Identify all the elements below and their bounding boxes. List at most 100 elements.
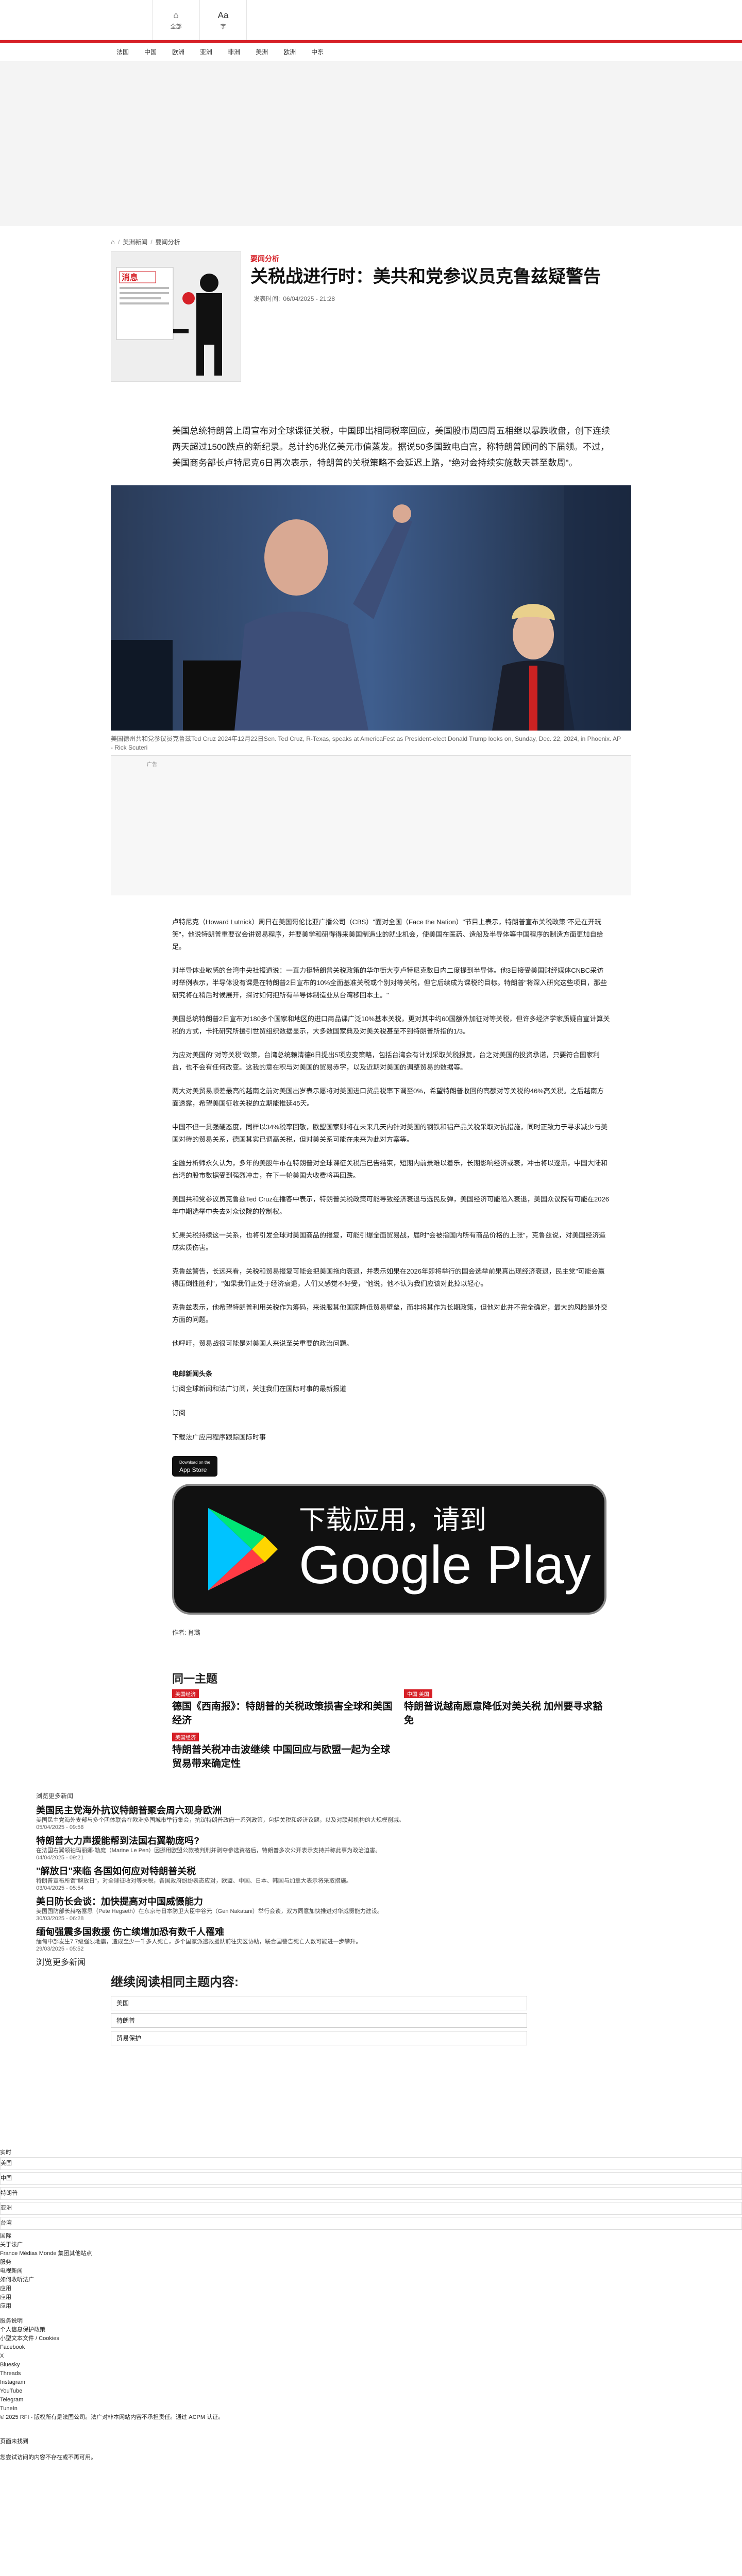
topic-link[interactable]: 贸易保护 <box>111 2031 527 2045</box>
article-paragraph: 两大对美贸易顺差最高的越南之前对美国出岁表示愿将对美国进口货品税率下调至0%，希… <box>172 1087 604 1107</box>
footer-link[interactable]: 国际 <box>0 2232 742 2241</box>
breadcrumb: ⌂ / 美洲新闻 / 要闻分析 <box>111 226 631 251</box>
home-icon: ⌂ <box>173 10 179 20</box>
footer-link[interactable]: France Médias Monde 集团其他站点 <box>0 2249 742 2258</box>
footer-link[interactable]: 关于法广 <box>0 2241 742 2249</box>
nav-item[interactable]: 非洲 <box>222 47 246 56</box>
article-author: 作者: 肖璐 <box>172 1629 200 1636</box>
footer-link[interactable]: 小型文本文件 / Cookies <box>0 2334 742 2343</box>
more-news-date: 29/03/2025 - 05:52 <box>36 1946 84 1952</box>
article-paragraph: 美国总统特朗普2日宣布对180多个国家和地区的进口商品课广泛10%基本关税，更对… <box>172 1015 610 1035</box>
nav-item[interactable]: 美洲 <box>249 47 274 56</box>
facebook-link[interactable]: Facebook <box>0 2343 742 2352</box>
related-tag: 美国经济 <box>172 1689 199 1698</box>
x-link[interactable]: X <box>0 2352 742 2361</box>
app-store-badge[interactable]: Download on the App Store <box>172 1456 218 1477</box>
footer-link[interactable]: 应用 <box>0 2284 742 2293</box>
footer-link[interactable]: 电视新闻 <box>0 2267 742 2276</box>
related-item[interactable]: 美国经济 德国《西南报》：特朗普的关税政策损害全球和美国经济 <box>172 1689 394 1727</box>
footer-link[interactable]: 个人信息保护政策 <box>0 2326 742 2334</box>
breadcrumb-item[interactable]: 美洲新闻 <box>123 238 147 246</box>
article-header: 消息 要闻分析 关税战进行时：美共和党参议员克鲁兹疑警告 发表时间: 06/04/… <box>111 251 631 382</box>
top-tools: ⌂ 全部 Aa 字 <box>152 0 247 40</box>
breadcrumb-separator: / <box>117 238 120 246</box>
page-title: 关税战进行时：美共和党参议员克鲁兹疑警告 <box>250 267 601 286</box>
more-news-item[interactable]: 美日防长会谈：加快提高对中国威慑能力 美国国防部长赫格塞思（Pete Hegse… <box>36 1895 680 1922</box>
more-news-date: 30/03/2025 - 06:28 <box>36 1916 84 1922</box>
google-play-line1: 下载应用，请到 <box>299 1505 487 1535</box>
related-section: 同一主题 美国经济 德国《西南报》：特朗普的关税政策损害全球和美国经济 中国 美… <box>172 1670 610 1771</box>
footer-link[interactable]: 如何收听法广 <box>0 2276 742 2284</box>
article-paragraph: 他呼吁，贸易战很可能是对美国人来说至关重要的政治问题。 <box>172 1340 353 1347</box>
instagram-link[interactable]: Instagram <box>0 2378 742 2387</box>
related-item[interactable]: 中国 美国 特朗普说越南愿意降低对美关税 加州要寻求豁免 <box>404 1689 610 1727</box>
bluesky-link[interactable]: Bluesky <box>0 2361 742 2369</box>
category-illustration: 消息 <box>111 251 241 382</box>
font-size-button[interactable]: Aa 字 <box>199 0 247 40</box>
footer-topic-row[interactable]: 美国 <box>0 2157 742 2170</box>
footer-link[interactable]: 服务说明 <box>0 2317 742 2326</box>
more-news-summary: 缅甸中部发生7.7级强烈地震，造成至少一千多人死亡，多个国家派遣救援队前往灾区协… <box>36 1939 362 1945</box>
footer-link[interactable]: 应用 <box>0 2302 742 2311</box>
footer-link[interactable]: 服务 <box>0 2258 742 2267</box>
tunein-link[interactable]: TuneIn <box>0 2404 742 2413</box>
article-paragraph: 卢特尼克（Howard Lutnick）周日在美国哥伦比亚广播公司（CBS）"面… <box>172 918 603 951</box>
error-text: 您尝试访问的内容不存在或不再可用。 <box>0 2454 96 2461</box>
svg-text:消息: 消息 <box>122 273 138 282</box>
footer-topic-row[interactable]: 中国 <box>0 2172 742 2185</box>
more-news-item[interactable]: "解放日"来临 各国如何应对特朗普关税 特朗普宣布所谓"解放日"，对全球征收对等… <box>36 1865 680 1891</box>
nav-item[interactable]: 亚洲 <box>194 47 218 56</box>
font-size-label: 字 <box>220 23 226 30</box>
top-ad-slot <box>0 61 742 226</box>
related-item[interactable]: 美国经济 特朗普关税冲击波继续 中国回应与欧盟一起为全球贸易带来确定性 <box>172 1733 394 1771</box>
all-menu-button[interactable]: ⌂ 全部 <box>152 0 199 40</box>
publish-date-label: 发表时间: <box>254 295 280 302</box>
top-bar: ⌂ 全部 Aa 字 <box>0 0 742 40</box>
more-news-summary: 在法国右翼领袖玛丽娜·勒庞（Marine Le Pen）因挪用欧盟公款被判刑并剥… <box>36 1848 381 1854</box>
inline-ad-slot: 广告 <box>111 755 631 895</box>
more-news-item[interactable]: 缅甸强震多国救援 伤亡续增加恐有数千人罹难 缅甸中部发生7.7级强烈地震，造成至… <box>36 1926 680 1952</box>
breadcrumb-item[interactable]: 要闻分析 <box>156 238 180 246</box>
newsletter-promo: 电邮新闻头条 订阅全球新闻和法广订阅，关注我们在国际时事的最新报道 订阅 下载法… <box>172 1368 610 1442</box>
more-news-title: "解放日"来临 各国如何应对特朗普关税 <box>36 1866 196 1876</box>
footer-heading: 实时 <box>0 2149 11 2156</box>
ad-label: 广告 <box>147 762 157 768</box>
footer-topic-row[interactable]: 特朗普 <box>0 2187 742 2200</box>
nav-item[interactable]: 欧洲 <box>166 47 191 56</box>
more-news-title: 美国民主党海外抗议特朗普聚会周六现身欧洲 <box>36 1805 222 1816</box>
publish-date-value: 06/04/2025 - 21:28 <box>283 295 335 302</box>
font-size-icon: Aa <box>217 10 229 20</box>
google-play-badge[interactable]: 下载应用，请到 Google Play <box>172 1484 606 1615</box>
topic-link[interactable]: 特朗普 <box>111 2013 527 2028</box>
threads-link[interactable]: Threads <box>0 2369 742 2378</box>
article-paragraph: 中国不但一贯强硬态度，同样以34%税率回敬，欧盟国家则将在未来几天内针对美国的钢… <box>172 1123 608 1143</box>
more-news-summary: 特朗普宣布所谓"解放日"，对全球征收对等关税，各国政府纷纷表态应对，欧盟、中国、… <box>36 1878 352 1884</box>
home-icon[interactable]: ⌂ <box>111 238 115 246</box>
more-news-item[interactable]: 特朗普大力声援能帮到法国右翼勒庞吗? 在法国右翼领袖玛丽娜·勒庞（Marine … <box>36 1835 680 1861</box>
google-play-line2: Google Play <box>299 1535 591 1595</box>
footer-link[interactable]: 应用 <box>0 2293 742 2302</box>
nav-item[interactable]: 中国 <box>138 47 163 56</box>
youtube-link[interactable]: YouTube <box>0 2387 742 2396</box>
main-photo <box>111 485 631 731</box>
article-kicker[interactable]: 要闻分析 <box>250 253 631 264</box>
nav-item[interactable]: 欧洲 <box>277 47 302 56</box>
footer-topic-row[interactable]: 亚洲 <box>0 2202 742 2215</box>
more-news-link[interactable]: 浏览更多新闻 <box>36 1955 680 1968</box>
telegram-link[interactable]: Telegram <box>0 2396 742 2404</box>
more-news-tabs[interactable]: 浏览更多新闻 <box>0 1791 742 1800</box>
footer-topic-row[interactable]: 台湾 <box>0 2217 742 2230</box>
nav-item[interactable]: 法国 <box>110 47 135 56</box>
nav-item[interactable]: 中东 <box>305 47 330 56</box>
subscribe-link[interactable]: 订阅 <box>172 1408 610 1417</box>
related-title: 同一主题 <box>172 1672 218 1685</box>
google-play-icon <box>208 1508 278 1590</box>
topic-link[interactable]: 美国 <box>111 1996 527 2010</box>
article-paragraph: 对半导体业敏感的台湾中央社报道说：一直力挺特朗普关税政策的华尔街大亨卢特尼克数日… <box>172 967 607 999</box>
more-news-item[interactable]: 美国民主党海外抗议特朗普聚会周六现身欧洲 美国民主党海外支部与多个团体联合在欧洲… <box>36 1804 680 1831</box>
related-tag: 中国 美国 <box>404 1689 432 1698</box>
more-news-title: 缅甸强震多国救援 伤亡续增加恐有数千人罹难 <box>36 1927 224 1937</box>
article-body: 美国总统特朗普上周宣布对全球课征关税，中国即出相同税率回应，美国股市周四周五相继… <box>111 423 631 1771</box>
continue-reading: 继续阅读相同主题内容: 美国 特朗普 贸易保护 <box>111 1972 631 2045</box>
continue-title: 继续阅读相同主题内容: <box>111 1975 239 1989</box>
